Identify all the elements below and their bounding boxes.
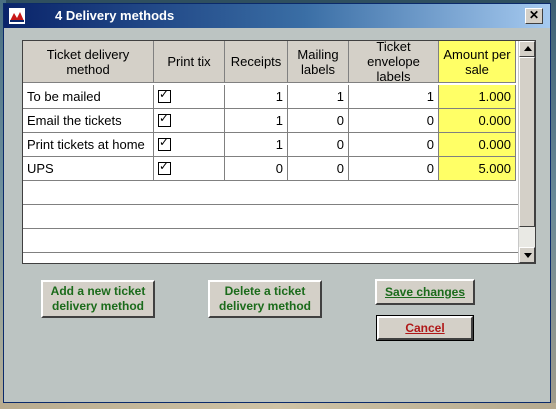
print-tix-cell xyxy=(154,109,225,133)
empty-table-row[interactable] xyxy=(23,229,519,253)
delivery-methods-dialog: 4 Delivery methods ✕ Ticket delivery met… xyxy=(3,3,551,403)
mailing-labels-value[interactable]: 0 xyxy=(288,109,349,133)
cancel-label: Cancel xyxy=(405,320,445,335)
empty-cell xyxy=(23,229,519,253)
column-header-amount-per-sale[interactable]: Amount per sale xyxy=(439,41,516,83)
envelope-labels-value[interactable]: 0 xyxy=(349,157,439,181)
method-name[interactable]: Print tickets at home xyxy=(23,133,154,157)
print-tix-checkbox[interactable] xyxy=(158,135,171,151)
save-changes-label: Save changes xyxy=(384,284,466,299)
amount-per-sale-value[interactable]: 0.000 xyxy=(439,133,516,157)
vertical-scrollbar[interactable] xyxy=(518,41,535,263)
print-tix-checkbox[interactable] xyxy=(158,159,171,175)
column-header-receipts[interactable]: Receipts xyxy=(225,41,288,83)
column-header-print-tix[interactable]: Print tix xyxy=(154,41,225,83)
receipts-value[interactable]: 1 xyxy=(225,109,288,133)
table-row[interactable]: To be mailed 1 1 1 1.000 xyxy=(23,85,519,109)
window-title: 4 Delivery methods xyxy=(55,8,175,23)
receipts-value[interactable]: 1 xyxy=(225,133,288,157)
close-icon: ✕ xyxy=(528,8,540,22)
method-name[interactable]: UPS xyxy=(23,157,154,181)
scrollbar-thumb[interactable] xyxy=(519,57,535,227)
add-delivery-method-button[interactable]: Add a new ticket delivery method xyxy=(41,280,155,318)
amount-per-sale-value[interactable]: 5.000 xyxy=(439,157,516,181)
column-header-method[interactable]: Ticket delivery method xyxy=(23,41,154,83)
column-header-mailing-labels[interactable]: Mailing labels xyxy=(288,41,349,83)
title-bar[interactable]: 4 Delivery methods ✕ xyxy=(4,4,550,28)
envelope-labels-value[interactable]: 1 xyxy=(349,85,439,109)
empty-table-row[interactable] xyxy=(23,205,519,229)
print-tix-checkbox[interactable] xyxy=(158,87,171,103)
method-name[interactable]: To be mailed xyxy=(23,85,154,109)
arrow-down-icon xyxy=(524,253,532,258)
receipts-value[interactable]: 1 xyxy=(225,85,288,109)
delivery-methods-table: Ticket delivery method Print tix Receipt… xyxy=(22,40,536,264)
scroll-up-button[interactable] xyxy=(519,41,535,57)
envelope-labels-value[interactable]: 0 xyxy=(349,109,439,133)
arrow-up-icon xyxy=(524,46,532,51)
table-header-row: Ticket delivery method Print tix Receipt… xyxy=(23,41,519,84)
delete-delivery-method-button[interactable]: Delete a ticket delivery method xyxy=(208,280,322,318)
amount-per-sale-value[interactable]: 1.000 xyxy=(439,85,516,109)
mailing-labels-value[interactable]: 1 xyxy=(288,85,349,109)
empty-cell xyxy=(23,205,519,229)
amount-per-sale-value[interactable]: 0.000 xyxy=(439,109,516,133)
desktop-background-bottom xyxy=(0,403,556,409)
print-tix-cell xyxy=(154,85,225,109)
app-icon xyxy=(9,8,25,24)
print-tix-checkbox[interactable] xyxy=(158,111,171,127)
empty-cell xyxy=(23,181,519,205)
receipts-value[interactable]: 0 xyxy=(225,157,288,181)
empty-table-row[interactable] xyxy=(23,181,519,205)
table-row[interactable]: UPS 0 0 0 5.000 xyxy=(23,157,519,181)
print-tix-cell xyxy=(154,133,225,157)
mailing-labels-value[interactable]: 0 xyxy=(288,157,349,181)
mailing-labels-value[interactable]: 0 xyxy=(288,133,349,157)
close-button[interactable]: ✕ xyxy=(525,8,543,24)
table-row[interactable]: Print tickets at home 1 0 0 0.000 xyxy=(23,133,519,157)
scroll-down-button[interactable] xyxy=(519,247,535,263)
column-header-envelope-labels[interactable]: Ticket envelope labels xyxy=(349,41,439,84)
print-tix-cell xyxy=(154,157,225,181)
envelope-labels-value[interactable]: 0 xyxy=(349,133,439,157)
cancel-button[interactable]: Cancel xyxy=(376,315,474,341)
save-changes-button[interactable]: Save changes xyxy=(375,279,475,305)
method-name[interactable]: Email the tickets xyxy=(23,109,154,133)
table-row[interactable]: Email the tickets 1 0 0 0.000 xyxy=(23,109,519,133)
